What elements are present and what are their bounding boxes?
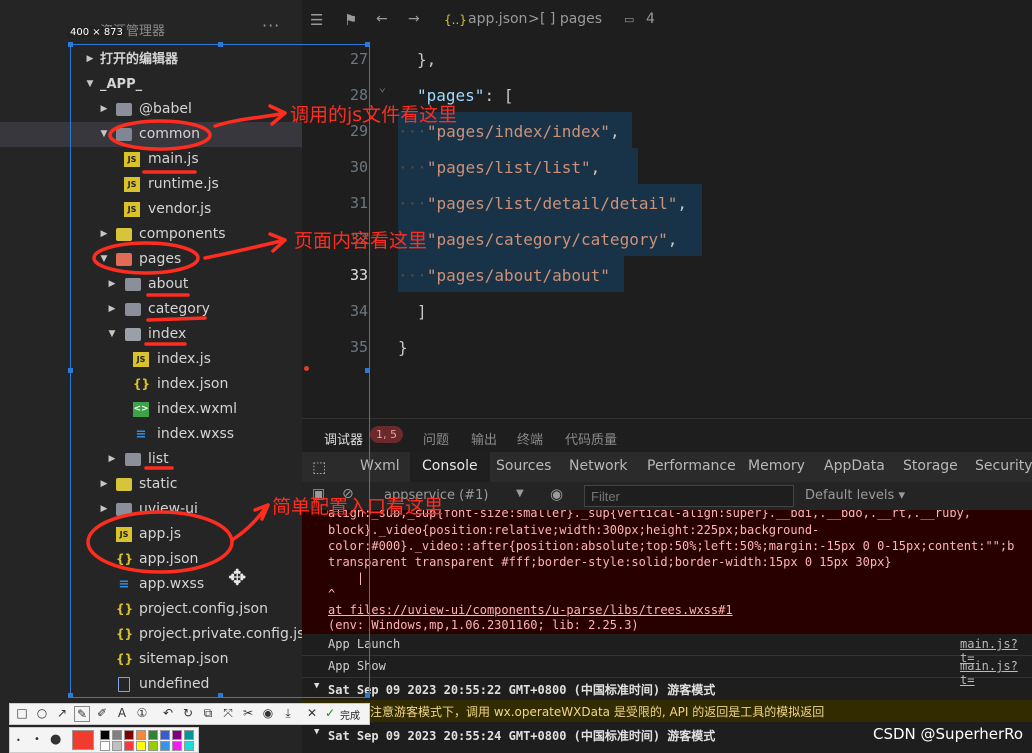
pen-tool-icon[interactable]: ✎	[74, 706, 90, 722]
color-swatch[interactable]	[136, 730, 146, 740]
marker-tool-icon[interactable]: ✐	[94, 706, 110, 720]
annotation-js: 调用的js文件看这里	[290, 104, 458, 126]
arrow-app	[230, 503, 270, 542]
watermark: CSDN @SuperherRo	[873, 725, 1024, 743]
check-icon[interactable]: ✓	[322, 706, 338, 720]
color-swatch[interactable]	[112, 730, 122, 740]
color-swatch[interactable]	[124, 741, 134, 751]
color-palette: • • ●	[9, 727, 199, 753]
number-tool-icon[interactable]: ①	[134, 706, 150, 720]
color-swatch[interactable]	[172, 741, 182, 751]
app-window: 资源管理器 ··· ▶ 打开的编辑器 ▼ _APP_ ▶ @babel ▼ co…	[0, 0, 1032, 753]
color-swatch[interactable]	[148, 730, 158, 740]
undo-icon[interactable]: ↶	[160, 706, 176, 720]
size-medium-icon[interactable]: •	[34, 734, 40, 745]
size-large-icon[interactable]: ●	[50, 732, 61, 747]
mosaic-icon[interactable]: ✂	[240, 706, 256, 720]
size-small-icon[interactable]: •	[16, 736, 21, 745]
underline-category	[146, 316, 207, 322]
annotation-pages: 页面内容看这里	[294, 230, 428, 252]
color-swatch[interactable]	[124, 730, 134, 740]
close-icon[interactable]: ✕	[304, 706, 320, 720]
screenshot-toolbar: □ ○ ↗ ✎ ✐ A ① ↶ ↻ ⧉ ⤧ ✂ ◉ ⤓ ✕ ✓ 完成	[9, 703, 370, 725]
copy-icon[interactable]: ⧉	[200, 706, 216, 721]
annotation-layer	[86, 104, 287, 574]
circle-common	[108, 119, 212, 151]
circle-pages	[92, 241, 200, 275]
arrow-common	[213, 104, 287, 128]
record-icon[interactable]: ◉	[260, 706, 276, 720]
circle-app	[86, 510, 234, 574]
color-swatch[interactable]	[160, 730, 170, 740]
redo-icon[interactable]: ↻	[180, 706, 196, 720]
crop-icon[interactable]: ⤧	[220, 706, 236, 721]
current-color-swatch[interactable]	[72, 730, 94, 750]
color-swatch[interactable]	[100, 730, 110, 740]
color-swatch[interactable]	[100, 741, 110, 751]
arrow-pages	[203, 232, 287, 260]
color-swatch[interactable]	[184, 741, 194, 751]
annotation-config: 简单配置入口看这里	[272, 496, 444, 518]
color-swatch[interactable]	[136, 741, 146, 751]
ellipse-tool-icon[interactable]: ○	[34, 706, 50, 720]
color-swatch[interactable]	[172, 730, 182, 740]
finish-button[interactable]: 完成	[340, 707, 360, 722]
color-swatch[interactable]	[112, 741, 122, 751]
color-swatch[interactable]	[184, 730, 194, 740]
color-swatch[interactable]	[160, 741, 170, 751]
download-icon[interactable]: ⤓	[280, 706, 296, 721]
color-swatch[interactable]	[148, 741, 158, 751]
text-tool-icon[interactable]: A	[114, 706, 130, 720]
rectangle-tool-icon[interactable]: □	[14, 706, 30, 720]
arrow-tool-icon[interactable]: ↗	[54, 706, 70, 720]
